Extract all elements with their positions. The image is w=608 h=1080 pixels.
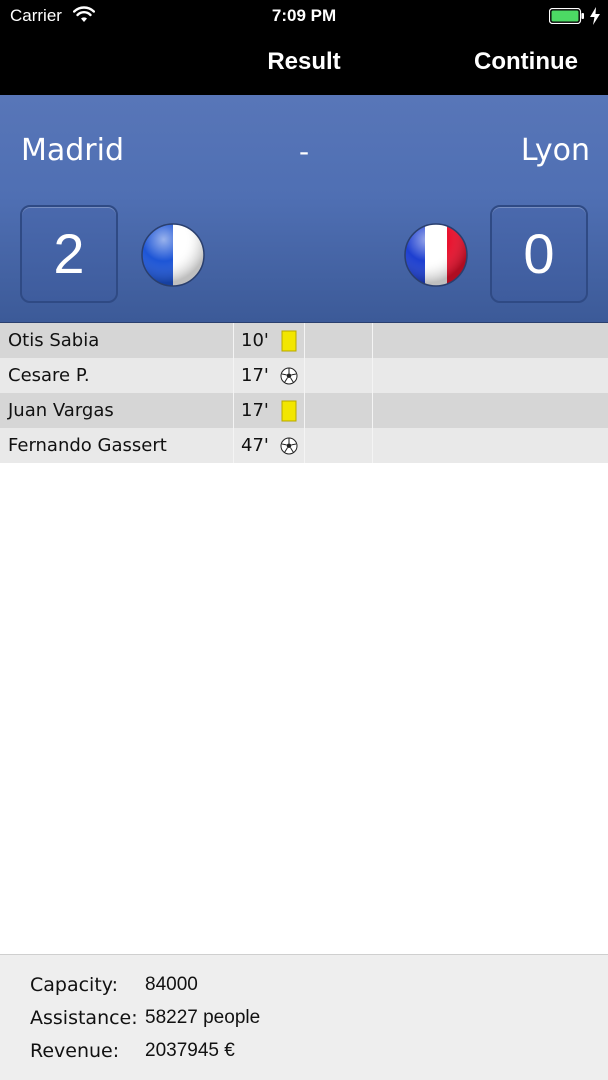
table-row: Fernando Gassert 47'	[0, 428, 608, 463]
revenue-label: Revenue:	[30, 1040, 120, 1062]
event-away-cell	[305, 323, 373, 358]
assistance-value: 58227 people	[145, 1007, 261, 1028]
event-player: Otis Sabia	[0, 323, 234, 358]
battery-icon	[549, 8, 584, 24]
event-away-cell	[305, 428, 373, 463]
assistance-label: Assistance:	[30, 1007, 138, 1029]
yellow-card-icon	[281, 400, 297, 422]
event-away-cell	[305, 358, 373, 393]
event-away-cell	[305, 393, 373, 428]
stadium-info: Capacity: 84000 Assistance: 58227 people…	[0, 954, 608, 1080]
away-team-name: Lyon	[520, 133, 590, 168]
match-events-list: Otis Sabia 10' Cesare P. 17' Juan Vargas…	[0, 323, 608, 463]
table-row: Juan Vargas 17'	[0, 393, 608, 428]
table-row: Otis Sabia 10'	[0, 323, 608, 358]
table-row: Cesare P. 17'	[0, 358, 608, 393]
capacity-label: Capacity:	[30, 974, 119, 996]
soccer-ball-icon	[280, 367, 298, 385]
charging-icon	[590, 7, 600, 25]
event-player: Cesare P.	[0, 358, 234, 393]
continue-button[interactable]: Continue	[474, 48, 578, 76]
event-player: Fernando Gassert	[0, 428, 234, 463]
top-bar: Carrier 7:09 PM Result Continue	[0, 0, 608, 95]
yellow-card-icon	[281, 330, 297, 352]
capacity-value: 84000	[145, 974, 198, 995]
score-separator: -	[298, 135, 310, 168]
status-time: 7:09 PM	[271, 6, 337, 25]
event-player: Juan Vargas	[0, 393, 234, 428]
away-score: 0	[490, 205, 588, 303]
home-score: 2	[20, 205, 118, 303]
scoreboard: Madrid - Lyon 2 0	[0, 95, 608, 323]
away-flag-icon	[404, 223, 468, 287]
revenue-value: 2037945 €	[145, 1040, 235, 1061]
soccer-ball-icon	[280, 437, 298, 455]
home-flag-icon	[141, 223, 205, 287]
status-bar: Carrier 7:09 PM	[0, 0, 608, 34]
